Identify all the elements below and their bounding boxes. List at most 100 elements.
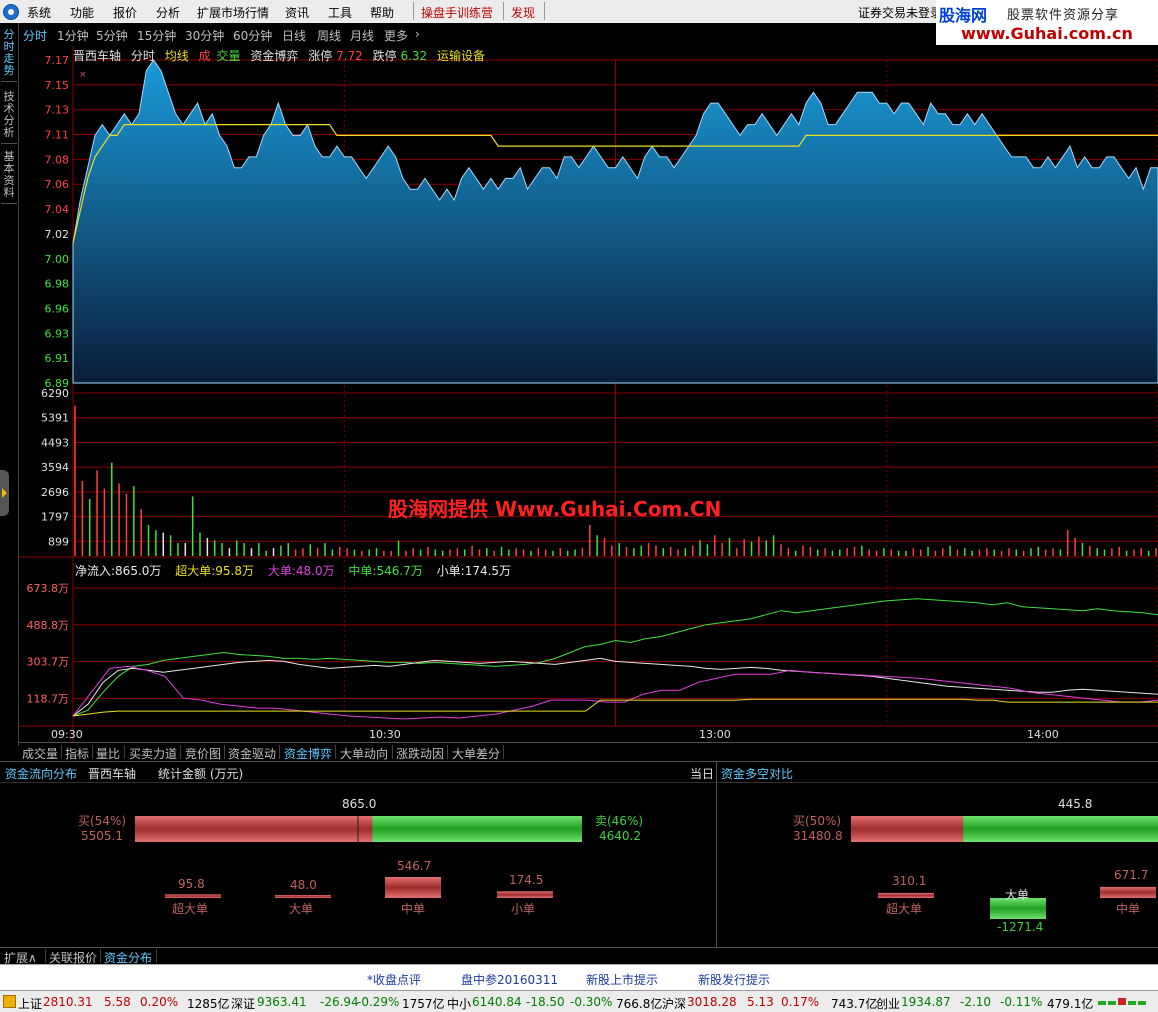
volume-tick-label: 6290	[41, 387, 69, 400]
price-tick-label: 7.06	[45, 178, 70, 191]
order-super-large-value: 95.8	[178, 877, 205, 891]
ls-order-bar	[1100, 886, 1156, 898]
menu-trader-camp[interactable]: 操盘手训练营	[421, 4, 493, 21]
tab-15min[interactable]: 15分钟	[137, 27, 176, 44]
watermark-tagline: 股票软件资源分享	[1007, 8, 1120, 23]
connection-status-icon[interactable]	[1098, 995, 1154, 1007]
hs-label[interactable]: 沪深	[662, 995, 686, 1012]
sz-label[interactable]: 深证	[231, 995, 255, 1012]
price-tick-label: 6.93	[45, 327, 70, 340]
tab-30min[interactable]: 30分钟	[185, 27, 224, 44]
tab-fund-drive[interactable]: 资金驱动	[228, 745, 276, 762]
volume-label-a: 成	[198, 49, 211, 63]
side-panel-toggle-icon[interactable]	[0, 470, 9, 516]
stock-name[interactable]: 晋西车轴	[73, 49, 121, 63]
ls-buy-value: 31480.8	[793, 829, 843, 843]
tab-daily[interactable]: 日线	[282, 27, 306, 44]
menu-extended-market[interactable]: 扩展市场行情	[197, 4, 269, 21]
tab-monthly[interactable]: 月线	[350, 27, 374, 44]
fund-flow-title: 资金流向分布	[5, 767, 78, 781]
hs-change: 5.13	[747, 995, 774, 1009]
order-medium-label: 中单	[401, 902, 426, 916]
fund-tick-label: 673.8万	[27, 582, 70, 595]
volume-label-b: 交量	[216, 49, 241, 63]
limit-down-value: 6.32	[400, 49, 428, 63]
zx-amount: 766.8亿	[616, 997, 663, 1011]
menu-discover[interactable]: 发现	[511, 4, 535, 21]
hs-amount: 743.7亿	[831, 997, 878, 1011]
zx-label[interactable]: 中小	[447, 995, 471, 1012]
legend-large: 大单:48.0万	[267, 564, 335, 578]
sell-bar-fill	[372, 816, 582, 842]
ls-sell-bar-fill	[963, 816, 1158, 842]
announcement-bar: *收盘点评 盘中参20160311 新股上市提示 新股发行提示	[0, 964, 1158, 991]
order-large-label: 大单	[289, 902, 314, 916]
sz-amount: 1757亿	[402, 997, 445, 1011]
side-tab-technical[interactable]: 技术分析	[1, 91, 17, 144]
order-small-label: 小单	[511, 902, 536, 916]
hs-pct: 0.17%	[781, 995, 820, 1009]
side-tab-intraday[interactable]: 分时走势	[1, 29, 17, 82]
tab-60min[interactable]: 60分钟	[233, 27, 272, 44]
ann-new-listing[interactable]: 新股上市提示	[586, 971, 658, 988]
close-marker-icon[interactable]: ×	[79, 70, 87, 80]
intraday-chart[interactable]: 7.17 7.15 7.13 7.11 7.08 7.06 7.04 7.02 7.00 6.98…	[19, 46, 1158, 742]
menu-analysis[interactable]: 分析	[156, 4, 180, 21]
tab-volume[interactable]: 成交量	[22, 745, 58, 762]
tab-auction[interactable]: 竞价图	[185, 745, 221, 762]
trade-login-status[interactable]: 证券交易未登录	[858, 4, 942, 21]
sector-label[interactable]: 运输设备	[437, 49, 485, 63]
tab-large-order-diff[interactable]: 大单差分	[452, 745, 500, 762]
tab-fund-game[interactable]: 资金博弈	[284, 745, 332, 762]
tab-volume-ratio[interactable]: 量比	[96, 745, 120, 762]
avg-line-label[interactable]: 均线	[165, 49, 189, 63]
fund-flow-period[interactable]: 当日	[690, 765, 714, 782]
ann-midday-ref[interactable]: 盘中参20160311	[461, 971, 558, 988]
cy-pct: -0.11%	[1000, 995, 1043, 1009]
ann-new-issue[interactable]: 新股发行提示	[698, 971, 770, 988]
chart-mode[interactable]: 分时	[131, 49, 155, 63]
menu-function[interactable]: 功能	[70, 4, 94, 21]
fund-game-label[interactable]: 资金博弈	[250, 49, 298, 63]
price-tick-label: 7.04	[45, 203, 70, 216]
tab-buy-sell-force[interactable]: 买卖力道	[129, 745, 177, 762]
sh-pct: 0.20%	[140, 995, 179, 1009]
indicator-tabs: 成交量 指标 量比 买卖力道 竞价图 资金驱动 资金博弈 大单动向 涨跌动因 大…	[19, 742, 1158, 761]
buy-label: 买(54%)	[78, 814, 127, 828]
fund-legend: 净流入:865.0万 超大单:95.8万 大单:48.0万 中单:546.7万 …	[75, 562, 511, 579]
menu-quote[interactable]: 报价	[113, 4, 137, 21]
tab-1min[interactable]: 1分钟	[57, 27, 89, 44]
tab-weekly[interactable]: 周线	[317, 27, 341, 44]
fund-tick-label: 303.7万	[27, 656, 70, 669]
legend-net-inflow: 净流入:865.0万	[75, 564, 162, 578]
tab-indicator[interactable]: 指标	[65, 745, 89, 762]
tab-5min[interactable]: 5分钟	[96, 27, 128, 44]
fund-flow-stock: 晋西车轴	[88, 767, 137, 781]
cy-amount: 479.1亿	[1047, 997, 1094, 1011]
sh-amount: 1285亿	[187, 997, 230, 1011]
sh-label[interactable]: 上证	[18, 995, 42, 1012]
order-medium-value: 546.7	[397, 859, 432, 873]
cy-label[interactable]: 创业	[876, 995, 900, 1012]
time-tick-label: 14:00	[1027, 728, 1059, 741]
tab-intraday[interactable]: 分时	[23, 27, 47, 44]
tab-more[interactable]: 更多	[384, 27, 408, 44]
volume-tick-label: 2696	[41, 486, 69, 499]
ls-buy-bar-fill	[851, 816, 964, 842]
price-tick-label: 7.17	[45, 54, 70, 67]
side-tab-fundamentals[interactable]: 基本资料	[1, 151, 17, 204]
price-tick-label: 7.11	[45, 129, 70, 142]
tab-large-order-trend[interactable]: 大单动向	[340, 745, 388, 762]
net-value: 865.0	[342, 797, 377, 811]
menu-help[interactable]: 帮助	[370, 4, 394, 21]
menu-tools[interactable]: 工具	[328, 4, 352, 21]
menu-system[interactable]: 系统	[27, 4, 51, 21]
zx-change: -18.50	[526, 995, 565, 1009]
tab-rise-fall-cause[interactable]: 涨跌动因	[396, 745, 444, 762]
menu-news[interactable]: 资讯	[285, 4, 309, 21]
more-arrow-icon[interactable]: ›	[415, 27, 420, 41]
status-folder-icon[interactable]	[3, 995, 16, 1008]
ann-close-review[interactable]: *收盘点评	[367, 971, 421, 988]
app-logo-icon[interactable]	[3, 4, 19, 20]
volume-tick-label: 899	[48, 535, 69, 548]
